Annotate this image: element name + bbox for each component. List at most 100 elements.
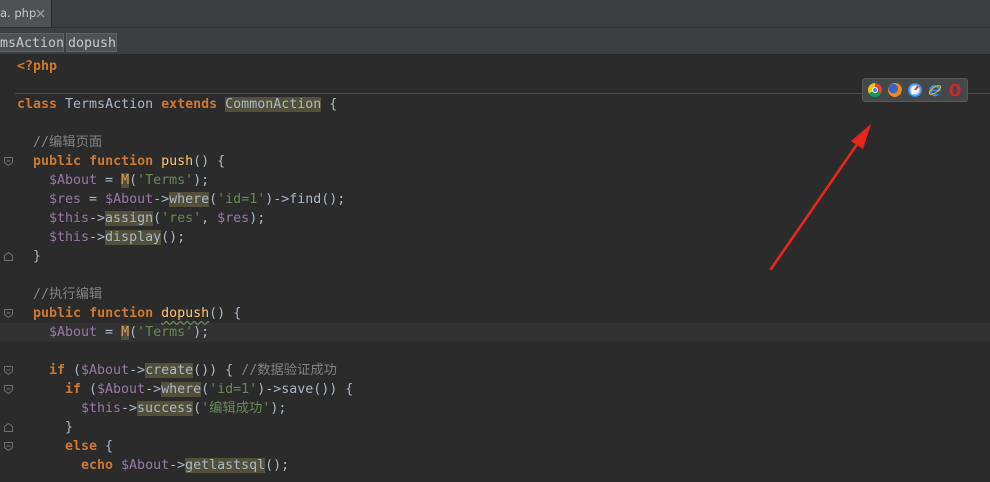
code-token: $About — [97, 382, 146, 397]
code-token: ( — [129, 173, 138, 188]
code-token: } — [65, 420, 74, 435]
code-token: )->find(); — [265, 192, 346, 207]
code-line-caret[interactable]: $About = M('Terms'); — [0, 323, 990, 342]
code-token: ()) { — [193, 363, 242, 378]
code-token: $About — [49, 173, 98, 188]
code-token: create — [145, 363, 194, 378]
code-token: <?php — [17, 59, 58, 74]
code-line[interactable]: public function dopush() { — [0, 304, 990, 323]
code-token: display — [105, 230, 162, 245]
code-token: $About — [105, 192, 154, 207]
code-line[interactable]: //编辑页面 — [0, 133, 990, 152]
code-token: } — [33, 249, 42, 264]
code-token: $this — [81, 401, 122, 416]
code-line[interactable] — [0, 266, 990, 285]
code-line[interactable]: public function push() { — [0, 152, 990, 171]
code-token: public — [33, 306, 82, 321]
fold-open-icon[interactable] — [3, 156, 14, 167]
code-token: $res — [217, 211, 250, 226]
ie-icon[interactable] — [928, 83, 942, 97]
code-token: -> — [89, 230, 106, 245]
code-token: -> — [89, 211, 106, 226]
code-token: ( — [65, 363, 82, 378]
code-line[interactable]: $res = $About->where('id=1')->find(); — [0, 190, 990, 209]
firefox-icon[interactable] — [888, 83, 902, 97]
code-token: if — [65, 382, 82, 397]
code-token: , — [201, 211, 218, 226]
code-token: function — [89, 306, 154, 321]
code-area[interactable]: <?php class TermsAction extends CommonAc… — [0, 57, 990, 475]
code-token: getlastsql — [185, 458, 266, 473]
code-token: { — [97, 439, 114, 454]
code-token: 'id=1' — [209, 382, 258, 397]
code-token: $this — [49, 211, 90, 226]
code-line[interactable]: else { — [0, 437, 990, 456]
code-token: if — [49, 363, 66, 378]
code-line[interactable]: $this->assign('res', $res); — [0, 209, 990, 228]
code-token: ); — [193, 325, 210, 340]
code-token: $About — [81, 363, 130, 378]
close-icon[interactable] — [36, 9, 45, 18]
code-token: 'res' — [161, 211, 202, 226]
code-token: public — [33, 154, 82, 169]
breadcrumb-item-method[interactable]: dopush — [66, 33, 117, 52]
code-token: = — [81, 192, 106, 207]
code-token: = — [97, 173, 122, 188]
code-line[interactable]: if ($About->where('id=1')->save()) { — [0, 380, 990, 399]
code-token: -> — [153, 192, 170, 207]
code-line[interactable]: <?php — [0, 57, 990, 76]
safari-icon[interactable] — [908, 83, 922, 97]
breadcrumb-item-class[interactable]: msAction — [0, 33, 64, 52]
code-line[interactable]: $About = M('Terms'); — [0, 171, 990, 190]
code-line[interactable] — [0, 76, 990, 95]
code-line[interactable] — [0, 342, 990, 361]
breadcrumb: msAction dopush — [0, 28, 990, 55]
code-token: CommonAction — [225, 97, 322, 112]
code-line[interactable]: echo $About->getlastsql(); — [0, 456, 990, 475]
code-line[interactable]: } — [0, 247, 990, 266]
code-line[interactable]: //执行编辑 — [0, 285, 990, 304]
code-token: ); — [270, 401, 287, 416]
code-token: ( — [201, 382, 210, 397]
fold-open-icon[interactable] — [3, 441, 14, 452]
opera-icon[interactable] — [948, 83, 962, 97]
code-token: extends — [161, 97, 218, 112]
code-token: $About — [49, 325, 98, 340]
code-line[interactable]: class TermsAction extends CommonAction { — [0, 95, 990, 114]
code-token: ( — [153, 211, 162, 226]
code-token: ( — [129, 325, 138, 340]
fold-close-icon[interactable] — [3, 422, 14, 433]
code-token: $this — [49, 230, 90, 245]
code-token: dopush — [161, 306, 210, 321]
fold-open-icon[interactable] — [3, 365, 14, 376]
code-token: 'Terms' — [137, 325, 194, 340]
code-line[interactable] — [0, 114, 990, 133]
code-token: -> — [145, 382, 162, 397]
code-line[interactable]: $this->display(); — [0, 228, 990, 247]
editor-tab-bar: a. php — [0, 0, 990, 28]
code-token: () { — [193, 154, 226, 169]
fold-close-icon[interactable] — [3, 251, 14, 262]
code-line[interactable]: } — [0, 418, 990, 437]
code-token: echo — [81, 458, 114, 473]
code-token: assign — [105, 211, 154, 226]
code-token: { — [321, 97, 338, 112]
fold-open-icon[interactable] — [3, 308, 14, 319]
code-token: where — [161, 382, 202, 397]
code-token: ( — [209, 192, 218, 207]
chrome-icon[interactable] — [868, 83, 882, 97]
tab-label: a. php — [0, 6, 37, 20]
code-line[interactable]: $this->success('编辑成功'); — [0, 399, 990, 418]
code-token: ( — [193, 401, 202, 416]
code-editor[interactable]: <?php class TermsAction extends CommonAc… — [0, 55, 990, 482]
code-token: '编辑成功' — [201, 401, 271, 416]
tab-file[interactable]: a. php — [0, 0, 52, 27]
code-token: ); — [193, 173, 210, 188]
code-token: M — [121, 173, 130, 188]
code-line[interactable]: if ($About->create()) { //数据验证成功 — [0, 361, 990, 380]
fold-open-icon[interactable] — [3, 384, 14, 395]
